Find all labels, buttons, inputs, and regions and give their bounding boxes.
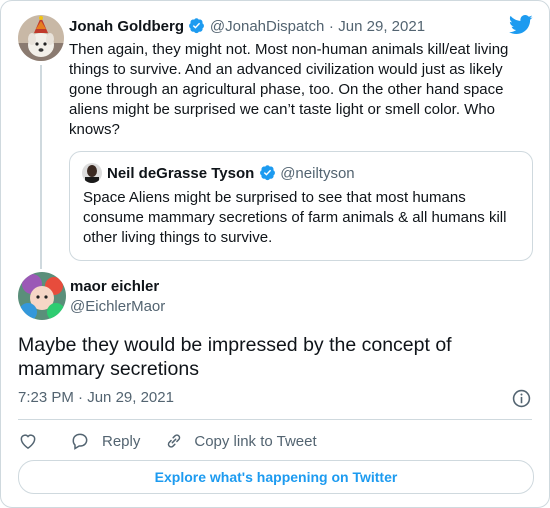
maor-eichler-avatar[interactable] bbox=[18, 272, 66, 320]
meta-separator: · bbox=[328, 18, 334, 35]
author-name[interactable]: Jonah Goldberg bbox=[69, 18, 184, 35]
embedded-tweet-card: Jonah Goldberg @JonahDispatch · Jun 29, … bbox=[0, 0, 550, 508]
ndt-portrait-picture bbox=[82, 163, 102, 183]
neil-degrasse-tyson-avatar bbox=[82, 163, 102, 183]
jonah-goldberg-avatar[interactable] bbox=[18, 15, 64, 61]
copy-link-label[interactable]: Copy link to Tweet bbox=[194, 433, 316, 450]
copy-link-button[interactable]: Copy link to Tweet bbox=[164, 431, 317, 451]
colorful-portrait-picture bbox=[18, 272, 66, 320]
divider bbox=[18, 419, 532, 420]
info-icon[interactable] bbox=[512, 389, 531, 408]
author-handle[interactable]: @JonahDispatch bbox=[210, 18, 324, 35]
tweet-actions-bar: Reply Copy link to Tweet bbox=[18, 430, 317, 452]
verified-badge-icon bbox=[259, 164, 276, 186]
parent-tweet-text: Then again, they might not. Most non-hum… bbox=[69, 41, 509, 138]
tweet-date[interactable]: Jun 29, 2021 bbox=[87, 389, 174, 406]
quoted-author-name: Neil deGrasse Tyson bbox=[107, 165, 255, 182]
verified-badge-icon bbox=[188, 17, 205, 39]
main-author-name[interactable]: maor eichler bbox=[70, 278, 159, 295]
main-author-handle[interactable]: @EichlerMaor bbox=[70, 298, 165, 315]
quoted-author-handle: @neiltyson bbox=[280, 165, 355, 182]
main-tweet-text: Maybe they would be impressed by the con… bbox=[18, 334, 452, 380]
tweet-date[interactable]: Jun 29, 2021 bbox=[338, 18, 425, 35]
thread-connector-line bbox=[40, 65, 42, 269]
quoted-tweet-header: Neil deGrasse Tyson @neiltyson bbox=[107, 164, 355, 186]
reply-bubble-icon bbox=[72, 433, 88, 450]
explore-twitter-button[interactable]: Explore what's happening on Twitter bbox=[18, 460, 534, 494]
heart-icon bbox=[20, 434, 36, 449]
reply-label[interactable]: Reply bbox=[102, 433, 140, 450]
dog-party-hat-picture bbox=[18, 15, 64, 61]
tweet-time[interactable]: 7:23 PM bbox=[18, 389, 74, 406]
parent-tweet-header: Jonah Goldberg @JonahDispatch · Jun 29, … bbox=[69, 17, 425, 39]
tweet-timestamp[interactable]: 7:23 PM · Jun 29, 2021 bbox=[18, 389, 174, 406]
twitter-bird-icon[interactable] bbox=[509, 15, 533, 35]
quoted-tweet-text: Space Aliens might be surprised to see t… bbox=[83, 189, 507, 246]
quoted-tweet[interactable]: Neil deGrasse Tyson @neiltyson Space Ali… bbox=[69, 151, 533, 261]
reply-button[interactable]: Reply bbox=[70, 431, 140, 451]
link-icon bbox=[168, 434, 181, 448]
meta-separator: · bbox=[78, 389, 84, 406]
like-button[interactable] bbox=[18, 431, 38, 451]
